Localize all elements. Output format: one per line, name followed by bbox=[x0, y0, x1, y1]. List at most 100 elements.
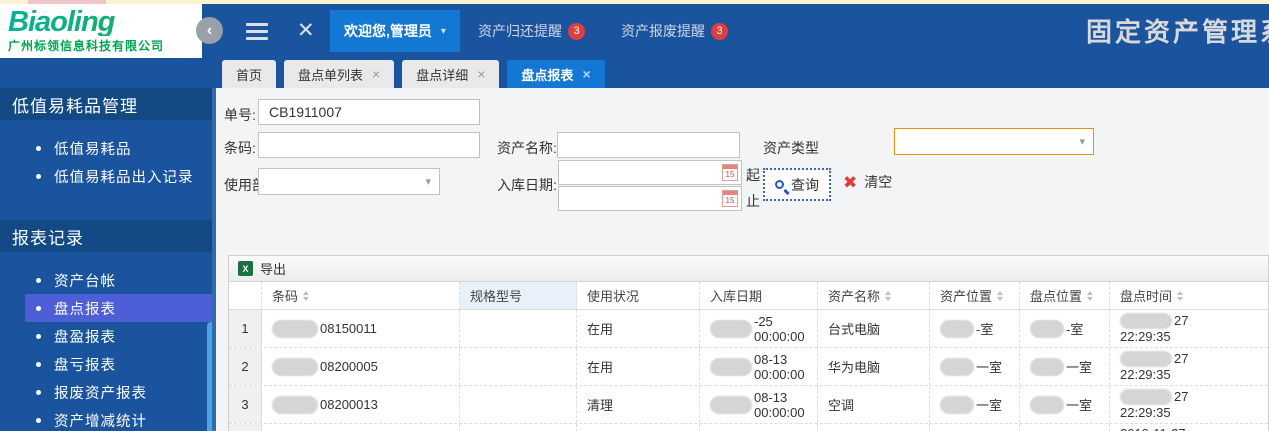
cell-in_date: 08-13 00:00:00 bbox=[700, 386, 818, 423]
column-header-name[interactable]: 资产名称 bbox=[818, 282, 930, 309]
check-time-clock: 22:29:35 bbox=[1120, 405, 1171, 421]
sidebar-item[interactable]: 盘亏报表 bbox=[0, 350, 212, 378]
main-content: 单号: 条码: 资产名称: 资产类型 ▾ 使用部门: ▾ 入库日期: 起 止 查… bbox=[216, 88, 1269, 431]
check-time-date: 27 bbox=[1174, 313, 1188, 329]
cell-loc: 一室 bbox=[930, 348, 1020, 385]
sidebar-item-label: 盘盈报表 bbox=[54, 326, 116, 347]
order-no-input[interactable] bbox=[258, 99, 480, 125]
notification-item[interactable]: 资产报废提醒 3 bbox=[621, 21, 728, 41]
in-date-end-input[interactable] bbox=[558, 186, 742, 211]
cell-index: 3 bbox=[229, 386, 262, 423]
cell-model bbox=[460, 386, 577, 423]
cell-in_date bbox=[700, 424, 818, 431]
cell-name: 台式电脑 bbox=[818, 310, 930, 347]
table-row[interactable]: 308200013清理08-13 00:00:00空调一室一室2722:29:3… bbox=[229, 386, 1268, 424]
search-icon bbox=[775, 180, 784, 189]
hamburger-menu-icon[interactable] bbox=[246, 23, 268, 44]
asset-name-label: 资产名称: bbox=[497, 138, 557, 158]
column-header-label: 规格型号 bbox=[470, 286, 522, 305]
sidebar-item-label: 报废资产报表 bbox=[54, 382, 147, 403]
column-header-ploc[interactable]: 盘点位置 bbox=[1020, 282, 1110, 309]
sidebar-item-label: 盘亏报表 bbox=[54, 354, 116, 375]
cell-barcode bbox=[262, 424, 460, 431]
column-header-in_date[interactable]: 入库日期 bbox=[700, 282, 818, 309]
tab-close-icon[interactable]: × bbox=[582, 67, 590, 81]
cell-time: 2722:29:35 bbox=[1110, 348, 1269, 385]
cell-status: 清理 bbox=[577, 386, 700, 423]
column-header-loc[interactable]: 资产位置 bbox=[930, 282, 1020, 309]
sidebar-item[interactable]: 低值易耗品出入记录 bbox=[0, 162, 212, 190]
calendar-icon[interactable] bbox=[722, 190, 738, 207]
asset-name-input[interactable] bbox=[557, 132, 740, 158]
welcome-user-label: 欢迎您,管理员 bbox=[344, 21, 432, 41]
column-header-barcode[interactable]: 条码 bbox=[262, 282, 460, 309]
notification-item[interactable]: 资产归还提醒3 bbox=[478, 21, 585, 41]
logo[interactable]: Biaoling 广州标领信息科技有限公司 bbox=[0, 4, 202, 58]
sidebar-item[interactable]: 低值易耗品 bbox=[0, 134, 212, 162]
notification-label: 资产报废提醒 bbox=[621, 21, 705, 41]
clear-button[interactable]: ✖ 清空 bbox=[843, 172, 892, 192]
asset-type-select[interactable]: ▾ bbox=[894, 128, 1094, 155]
sidebar-section-title[interactable]: 报表记录 bbox=[0, 220, 212, 252]
notification-badge: 3 bbox=[711, 23, 728, 40]
redaction-blob bbox=[710, 396, 752, 414]
cell-name: 空调 bbox=[818, 386, 930, 423]
cell-ploc bbox=[1020, 424, 1110, 431]
cell-text: 华为电脑 bbox=[828, 357, 880, 376]
collapse-sidebar-button[interactable]: ‹ bbox=[196, 17, 223, 44]
cell-text: 一室 bbox=[976, 357, 1002, 376]
sidebar-item[interactable]: 资产台帐 bbox=[0, 266, 212, 294]
welcome-user-dropdown[interactable]: 欢迎您,管理员 ▾ bbox=[330, 10, 460, 52]
sidebar-item[interactable]: 盘点报表 bbox=[0, 294, 212, 322]
sidebar-item[interactable]: 盘盈报表 bbox=[0, 322, 212, 350]
cell-text: -25 00:00:00 bbox=[754, 314, 817, 344]
cell-text: 08-13 00:00:00 bbox=[754, 352, 817, 382]
redaction-blob bbox=[1030, 396, 1064, 414]
column-header-label: 盘点时间 bbox=[1120, 286, 1172, 305]
results-grid: X 导出 条码规格型号使用状况入库日期资产名称资产位置盘点位置盘点时间 1081… bbox=[228, 255, 1269, 431]
cell-text: 一室 bbox=[1066, 357, 1092, 376]
sidebar-item[interactable]: 报废资产报表 bbox=[0, 378, 212, 406]
tab-盘点单列表[interactable]: 盘点单列表× bbox=[284, 60, 394, 88]
cell-barcode: 08150011 bbox=[262, 310, 460, 347]
check-time-clock: 22:29:35 bbox=[1120, 329, 1171, 345]
sidebar-item[interactable]: 资产增减统计 bbox=[0, 406, 212, 431]
notification-area: 资产归还提醒3 资产报废提醒 3 bbox=[478, 12, 728, 50]
redaction-blob bbox=[272, 396, 318, 414]
tab-首页[interactable]: 首页 bbox=[222, 60, 276, 88]
cell-text: 08150011 bbox=[320, 321, 377, 336]
tab-盘点报表[interactable]: 盘点报表× bbox=[507, 60, 604, 88]
table-row[interactable]: 2019-11-27 bbox=[229, 424, 1268, 431]
tab-close-icon[interactable]: × bbox=[477, 67, 485, 81]
close-icon[interactable]: ✕ bbox=[297, 18, 315, 43]
tab-close-icon[interactable]: × bbox=[372, 67, 380, 81]
check-time-date: 27 bbox=[1174, 389, 1188, 405]
bullet-icon bbox=[36, 146, 41, 151]
calendar-icon[interactable] bbox=[722, 164, 738, 181]
in-date-start-input[interactable] bbox=[558, 160, 742, 185]
redaction-blob bbox=[1030, 358, 1064, 376]
sidebar-section-items: 资产台帐盘点报表盘盈报表盘亏报表报废资产报表资产增减统计 bbox=[0, 266, 212, 431]
order-no-label: 单号: bbox=[224, 105, 256, 125]
cell-text: 一室 bbox=[1066, 395, 1092, 414]
table-row[interactable]: 208200005在用08-13 00:00:00华为电脑一室一室2722:29… bbox=[229, 348, 1268, 386]
logo-company-name: 广州标领信息科技有限公司 bbox=[8, 37, 202, 54]
tab-盘点详细[interactable]: 盘点详细× bbox=[402, 60, 499, 88]
redaction-blob bbox=[1120, 351, 1172, 367]
sidebar-section-title[interactable]: 低值易耗品管理 bbox=[0, 88, 212, 120]
table-row[interactable]: 108150011在用-25 00:00:00台式电脑-室-室2722:29:3… bbox=[229, 310, 1268, 348]
cell-loc: 一室 bbox=[930, 386, 1020, 423]
redaction-blob bbox=[940, 358, 974, 376]
column-header-status[interactable]: 使用状况 bbox=[577, 282, 700, 309]
tab-bar: 首页盘点单列表× 盘点详细× 盘点报表× bbox=[212, 58, 1269, 88]
search-button[interactable]: 查询 bbox=[763, 168, 831, 201]
redaction-blob bbox=[710, 358, 752, 376]
barcode-input[interactable] bbox=[258, 132, 480, 158]
cell-text: -室 bbox=[976, 319, 993, 338]
column-header-model[interactable]: 规格型号 bbox=[460, 282, 577, 309]
department-select[interactable]: ▾ bbox=[258, 168, 440, 195]
column-header-label: 入库日期 bbox=[710, 286, 762, 305]
column-header-time[interactable]: 盘点时间 bbox=[1110, 282, 1269, 309]
check-time-line1: 2019-11-27 bbox=[1120, 426, 1269, 431]
export-button[interactable]: X 导出 bbox=[238, 259, 286, 278]
